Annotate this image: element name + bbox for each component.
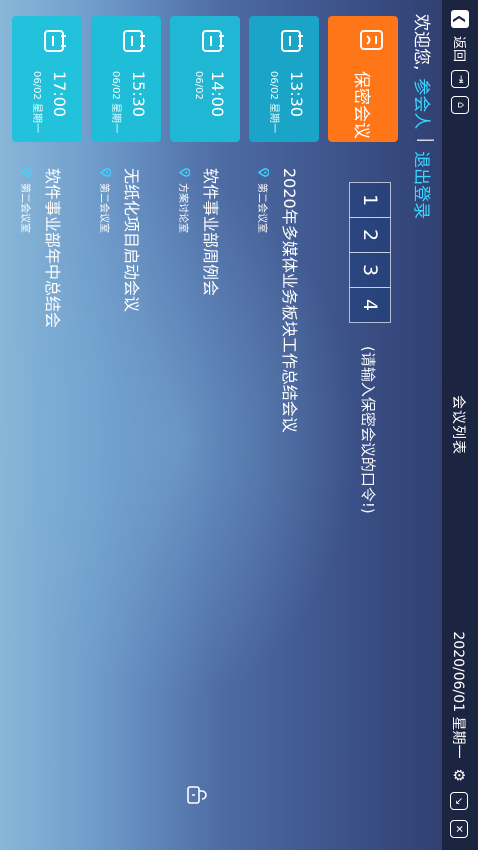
settings-icon[interactable]: ⚙ [450, 769, 468, 782]
minimize-icon[interactable]: ↘ [450, 792, 468, 810]
date-time: 2020/06/01 星期一 [450, 631, 466, 759]
calendar-icon [202, 30, 224, 52]
meeting-card[interactable]: 15:30 06/02 星期一 [91, 16, 161, 142]
meeting-row[interactable]: 无纸化项目启动会议 第二会议室 [98, 168, 145, 312]
meeting-row[interactable]: 2020年多媒体业务板块工作总结会议 第二会议室 [256, 168, 303, 433]
meeting-date: 06/02 星期一 [268, 71, 279, 133]
meeting-room: 第二会议室 [19, 183, 30, 233]
meeting-time: 13:30 [287, 71, 306, 118]
meeting-row[interactable]: 软件事业部周例会 方案讨论室 [177, 168, 224, 296]
welcome-bar: 欢迎您, 参会人 | 退出登录 [411, 14, 436, 219]
key-1[interactable]: 1 [349, 182, 391, 218]
meeting-card[interactable]: 14:00 06/02 [170, 16, 240, 142]
welcome-text: 欢迎您, [411, 14, 431, 71]
meeting-location: 第二会议室 [98, 168, 113, 312]
meeting-location: 方案讨论室 [177, 168, 192, 296]
meeting-time: 15:30 [129, 71, 148, 118]
close-icon[interactable]: ✕ [450, 820, 468, 838]
location-pin-icon [179, 168, 190, 177]
location-pin-icon [100, 168, 111, 177]
meeting-card[interactable]: 17:00 06/02 星期一 [12, 16, 82, 142]
app-canvas: ❮ 返回 ⇥ ⌂ 会议列表 2020/06/01 星期一 ⚙ ↘ ✕ 欢迎您, … [0, 0, 478, 850]
secret-meeting-card[interactable]: 保密会议 [328, 16, 398, 142]
meeting-time: 17:00 [50, 71, 69, 118]
meeting-room: 方案讨论室 [177, 183, 188, 233]
document-icon [360, 30, 383, 50]
meeting-room: 第二会议室 [98, 183, 109, 233]
meeting-date: 06/02 星期一 [31, 71, 42, 133]
calendar-icon [123, 30, 145, 52]
meeting-title: 2020年多媒体业务板块工作总结会议 [280, 168, 299, 433]
logout-link[interactable]: 退出登录 [411, 151, 436, 219]
calendar-icon [44, 30, 66, 52]
location-pin-icon [258, 168, 269, 177]
meeting-time: 14:00 [208, 71, 227, 118]
key-4[interactable]: 4 [349, 287, 391, 323]
secret-meeting-label: 保密会议 [351, 71, 371, 139]
separator: | [416, 137, 436, 144]
password-keypad: 1 2 3 4 [349, 182, 391, 323]
meeting-location: 第二会议室 [256, 168, 271, 433]
meeting-date: 06/02 星期一 [110, 71, 121, 133]
key-3[interactable]: 3 [349, 252, 391, 288]
password-hint: (请输入保密会议的口令!) [359, 346, 377, 514]
key-2[interactable]: 2 [349, 217, 391, 253]
location-pin-icon [21, 168, 32, 177]
meeting-title: 无纸化项目启动会议 [122, 168, 141, 313]
meeting-row[interactable]: 软件事业部年中总结会 第二会议室 [19, 168, 66, 328]
user-name[interactable]: 参会人 [411, 78, 436, 129]
calendar-icon [281, 30, 303, 52]
lock-icon[interactable] [186, 784, 208, 806]
meeting-card[interactable]: 13:30 06/02 星期一 [249, 16, 319, 142]
top-bar: ❮ 返回 ⇥ ⌂ 会议列表 2020/06/01 星期一 ⚙ ↘ ✕ [442, 0, 478, 850]
meeting-location: 第二会议室 [19, 168, 34, 328]
meeting-title: 软件事业部年中总结会 [43, 168, 62, 329]
meeting-room: 第二会议室 [256, 183, 267, 233]
meeting-date: 06/02 [193, 71, 204, 100]
meeting-title: 软件事业部周例会 [201, 168, 220, 297]
